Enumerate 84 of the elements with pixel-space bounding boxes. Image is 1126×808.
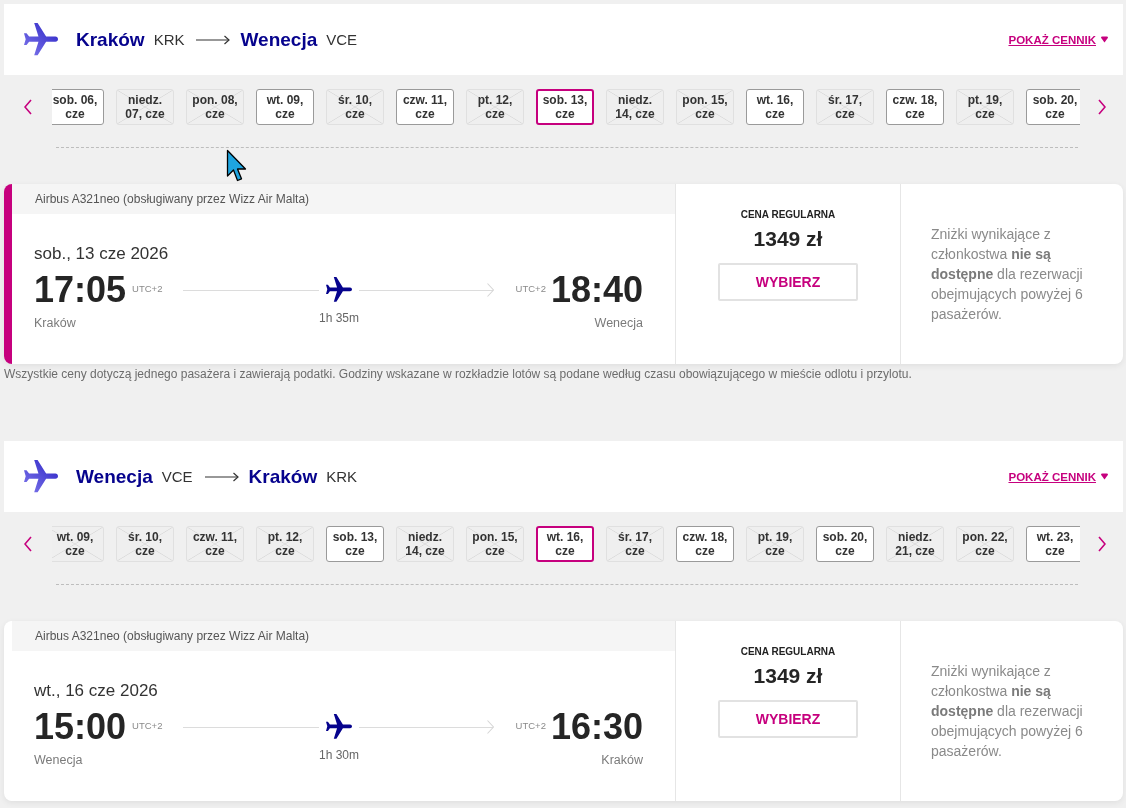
date-option[interactable]: wt. 09, cze	[256, 89, 314, 125]
date-option[interactable]: pt. 19, cze	[746, 526, 804, 562]
date-option[interactable]: pt. 12, cze	[466, 89, 524, 125]
caret-down-icon	[1100, 473, 1109, 480]
next-dates-button[interactable]	[1097, 536, 1106, 552]
price-footnote: Wszystkie ceny dotyczą jednego pasażera i zawierają podatki. Godziny wskazane w rozkładzie lotów są podane według czasu obowiązującego w mieście odlotu i przylotu.	[4, 366, 913, 382]
arrival-time: 16:30	[550, 707, 643, 747]
flight-date: sob., 13 cze 2026	[34, 244, 170, 264]
arrival-city: Wenecja	[593, 315, 643, 331]
chevron-right-icon	[1097, 99, 1106, 115]
chevron-right-icon	[1097, 536, 1106, 552]
aircraft-info: Airbus A321neo (obsługiwany przez Wizz Air Malta)	[12, 621, 675, 651]
chevron-left-icon	[24, 99, 32, 115]
destination-city: Kraków	[248, 465, 318, 488]
date-option[interactable]: czw. 18, cze	[676, 526, 734, 562]
date-option[interactable]: sob. 20, cze	[1026, 89, 1080, 125]
arrival-city: Kraków	[600, 752, 643, 768]
arrow-right-icon	[204, 471, 239, 482]
origin-code: VCE	[161, 468, 193, 485]
show-prices-link[interactable]: POKAŻ CENNIK	[1008, 470, 1109, 483]
date-option[interactable]: pt. 12, cze	[256, 526, 314, 562]
airplane-icon	[24, 459, 58, 494]
date-option[interactable]: śr. 10, cze	[116, 526, 174, 562]
date-option[interactable]: sob. 13, cze	[326, 526, 384, 562]
origin-code: KRK	[153, 31, 185, 48]
departure-time: 17:05	[34, 270, 127, 310]
date-option[interactable]: śr. 17, cze	[606, 526, 664, 562]
discount-note: Zniżki wynikające z członkostwa nie są dostępne dla rezerwacji obejmujących powyżej 6 pasażerów.	[931, 662, 1084, 761]
flight-duration: 1h 30m	[319, 747, 359, 764]
origin-city: Kraków	[76, 28, 145, 51]
date-option[interactable]: niedz. 14, cze	[396, 526, 454, 562]
date-option[interactable]: pt. 19, cze	[956, 89, 1014, 125]
date-option[interactable]: sob. 06, cze	[52, 89, 104, 125]
departure-city: Wenecja	[34, 752, 84, 768]
date-option[interactable]: wt. 09, cze	[52, 526, 104, 562]
destination-code: KRK	[326, 468, 358, 485]
fare-label: CENA REGULARNA	[740, 646, 836, 658]
select-button[interactable]: WYBIERZ	[718, 263, 858, 301]
date-option[interactable]: czw. 11, cze	[186, 526, 244, 562]
date-option[interactable]: pon. 15, cze	[676, 89, 734, 125]
timezone-label: UTC+2	[132, 719, 163, 731]
date-option[interactable]: niedz. 21, cze	[886, 526, 944, 562]
departure-time: 15:00	[34, 707, 127, 747]
date-option[interactable]: czw. 18, cze	[886, 89, 944, 125]
airplane-icon	[325, 277, 352, 303]
flight-duration: 1h 35m	[319, 310, 359, 327]
previous-dates-button[interactable]	[24, 99, 32, 115]
select-button[interactable]: WYBIERZ	[718, 700, 858, 738]
date-option[interactable]: pon. 08, cze	[186, 89, 244, 125]
price-amount: 1349 zł	[753, 664, 823, 688]
previous-dates-button[interactable]	[24, 536, 32, 552]
timezone-label: UTC+2	[515, 719, 546, 731]
origin-city: Wenecja	[76, 465, 153, 488]
discount-note: Zniżki wynikające z członkostwa nie są dostępne dla rezerwacji obejmujących powyżej 6 pasażerów.	[931, 225, 1084, 324]
timezone-label: UTC+2	[515, 282, 546, 294]
date-option[interactable]: sob. 13, cze	[536, 89, 594, 125]
aircraft-info: Airbus A321neo (obsługiwany przez Wizz Air Malta)	[12, 184, 675, 214]
destination-code: VCE	[326, 31, 358, 48]
price-amount: 1349 zł	[753, 227, 823, 251]
mouse-pointer-icon	[226, 149, 247, 183]
date-option[interactable]: wt. 23, cze	[1026, 526, 1080, 562]
caret-down-icon	[1100, 36, 1109, 43]
destination-city: Wenecja	[240, 28, 318, 51]
date-option[interactable]: sob. 20, cze	[816, 526, 874, 562]
date-option[interactable]: czw. 11, cze	[396, 89, 454, 125]
date-option[interactable]: pon. 22, cze	[956, 526, 1014, 562]
timezone-label: UTC+2	[132, 282, 163, 294]
next-dates-button[interactable]	[1097, 99, 1106, 115]
date-option[interactable]: wt. 16, cze	[746, 89, 804, 125]
date-option[interactable]: wt. 16, cze	[536, 526, 594, 562]
chevron-left-icon	[24, 536, 32, 552]
fare-label: CENA REGULARNA	[740, 209, 836, 221]
arrow-right-icon	[196, 34, 231, 45]
date-option[interactable]: niedz. 14, cze	[606, 89, 664, 125]
date-option[interactable]: niedz. 07, cze	[116, 89, 174, 125]
date-option[interactable]: śr. 17, cze	[816, 89, 874, 125]
flight-date: wt., 16 cze 2026	[34, 681, 159, 701]
date-option[interactable]: śr. 10, cze	[326, 89, 384, 125]
airplane-icon	[24, 22, 58, 57]
arrival-time: 18:40	[550, 270, 643, 310]
departure-city: Kraków	[34, 315, 77, 331]
date-option[interactable]: pon. 15, cze	[466, 526, 524, 562]
airplane-icon	[325, 714, 352, 740]
show-prices-link[interactable]: POKAŻ CENNIK	[1008, 33, 1109, 46]
